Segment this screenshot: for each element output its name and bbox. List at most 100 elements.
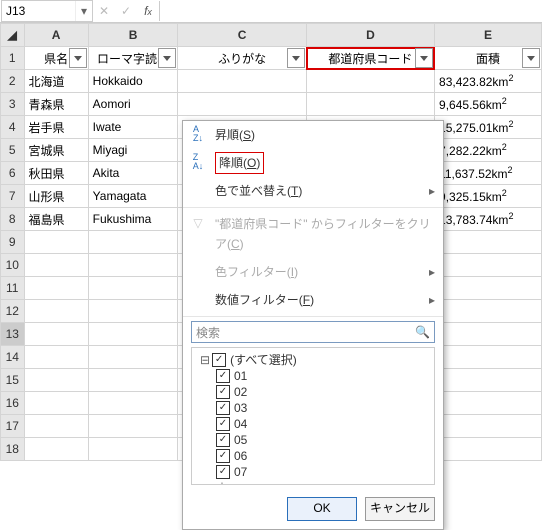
row-header[interactable]: 6 bbox=[1, 162, 25, 185]
select-all-corner[interactable]: ◢ bbox=[1, 24, 25, 47]
sort-by-color[interactable]: 色で並べ替え(T) ▸ bbox=[183, 177, 443, 205]
row-header[interactable]: 12 bbox=[1, 300, 25, 323]
cell[interactable]: 11,637.52km2 bbox=[435, 162, 542, 185]
row-header[interactable]: 14 bbox=[1, 346, 25, 369]
cell[interactable] bbox=[24, 323, 88, 346]
cell[interactable] bbox=[88, 277, 178, 300]
row-header[interactable]: 11 bbox=[1, 277, 25, 300]
cell[interactable] bbox=[88, 392, 178, 415]
number-filter[interactable]: 数値フィルター(F) ▸ bbox=[183, 286, 443, 314]
chevron-down-icon[interactable]: ▾ bbox=[75, 1, 92, 21]
cell[interactable]: Akita bbox=[88, 162, 178, 185]
checkbox-icon[interactable]: ✓ bbox=[216, 417, 230, 431]
cell-A1[interactable]: 県名 bbox=[24, 47, 88, 70]
cell[interactable] bbox=[24, 346, 88, 369]
filter-value-item[interactable]: ✓07 bbox=[200, 464, 430, 480]
filter-value-item[interactable]: ✓01 bbox=[200, 368, 430, 384]
cell[interactable] bbox=[435, 277, 542, 300]
col-B[interactable]: B bbox=[88, 24, 178, 47]
cell-E1[interactable]: 面積 bbox=[435, 47, 542, 70]
cell[interactable] bbox=[24, 277, 88, 300]
sort-ascending[interactable]: AZ↓ 昇順(S) bbox=[183, 121, 443, 149]
cell[interactable]: 北海道 bbox=[24, 70, 88, 93]
row-header[interactable]: 8 bbox=[1, 208, 25, 231]
col-C[interactable]: C bbox=[178, 24, 306, 47]
cell[interactable] bbox=[435, 438, 542, 461]
fx-icon[interactable]: fx bbox=[137, 4, 159, 18]
cell[interactable]: 7,282.22km2 bbox=[435, 139, 542, 162]
cell-B1[interactable]: ローマ字読み bbox=[88, 47, 178, 70]
cell[interactable]: 福島県 bbox=[24, 208, 88, 231]
cell[interactable] bbox=[88, 438, 178, 461]
cancel-button[interactable]: キャンセル bbox=[365, 497, 435, 521]
row-header[interactable]: 9 bbox=[1, 231, 25, 254]
checkbox-icon[interactable]: ✓ bbox=[216, 369, 230, 383]
cell[interactable] bbox=[178, 93, 306, 116]
cell[interactable] bbox=[24, 254, 88, 277]
row-header[interactable]: 5 bbox=[1, 139, 25, 162]
checkbox-icon[interactable]: ✓ bbox=[216, 449, 230, 463]
cell[interactable] bbox=[88, 300, 178, 323]
cell[interactable]: Yamagata bbox=[88, 185, 178, 208]
cell[interactable] bbox=[88, 369, 178, 392]
filter-button[interactable] bbox=[522, 48, 540, 68]
cell[interactable] bbox=[435, 369, 542, 392]
col-D[interactable]: D bbox=[306, 24, 434, 47]
cell[interactable] bbox=[88, 254, 178, 277]
cell[interactable] bbox=[306, 70, 434, 93]
checkbox-icon[interactable]: ✓ bbox=[216, 401, 230, 415]
cell[interactable]: 13,783.74km2 bbox=[435, 208, 542, 231]
cell[interactable]: Aomori bbox=[88, 93, 178, 116]
filter-button[interactable] bbox=[415, 48, 433, 68]
row-header[interactable]: 1 bbox=[1, 47, 25, 70]
checkbox-icon[interactable]: ✓ bbox=[212, 353, 226, 367]
row-header[interactable]: 2 bbox=[1, 70, 25, 93]
filter-value-item[interactable]: ✓02 bbox=[200, 384, 430, 400]
filter-button[interactable] bbox=[158, 48, 176, 68]
checkbox-icon[interactable]: ✓ bbox=[216, 385, 230, 399]
row-header[interactable]: 15 bbox=[1, 369, 25, 392]
cell[interactable] bbox=[435, 392, 542, 415]
filter-value-item[interactable]: ✓04 bbox=[200, 416, 430, 432]
ok-button[interactable]: OK bbox=[287, 497, 357, 521]
filter-search[interactable]: 検索 🔍 bbox=[191, 321, 435, 343]
cell[interactable]: Miyagi bbox=[88, 139, 178, 162]
cell[interactable]: 9,325.15km2 bbox=[435, 185, 542, 208]
cell[interactable] bbox=[88, 231, 178, 254]
cell[interactable]: Hokkaido bbox=[88, 70, 178, 93]
filter-values-tree[interactable]: ⊟✓(すべて選択) ✓01✓02✓03✓04✓05✓06✓07 ⋮ bbox=[191, 347, 435, 485]
select-all-item[interactable]: ⊟✓(すべて選択) bbox=[200, 352, 430, 368]
filter-button[interactable] bbox=[69, 48, 87, 68]
row-header[interactable]: 3 bbox=[1, 93, 25, 116]
formula-bar[interactable] bbox=[159, 1, 542, 21]
row-header[interactable]: 18 bbox=[1, 438, 25, 461]
cell[interactable] bbox=[24, 231, 88, 254]
checkbox-icon[interactable]: ✓ bbox=[216, 465, 230, 479]
cell[interactable]: 宮城県 bbox=[24, 139, 88, 162]
cell[interactable] bbox=[88, 415, 178, 438]
cell[interactable] bbox=[24, 438, 88, 461]
cell[interactable] bbox=[435, 254, 542, 277]
filter-value-item[interactable]: ✓06 bbox=[200, 448, 430, 464]
cell[interactable] bbox=[24, 300, 88, 323]
cell[interactable] bbox=[435, 323, 542, 346]
cell[interactable]: 15,275.01km2 bbox=[435, 116, 542, 139]
cell[interactable]: 83,423.82km2 bbox=[435, 70, 542, 93]
name-box[interactable]: J13 ▾ bbox=[1, 0, 93, 22]
cell[interactable] bbox=[435, 415, 542, 438]
cell[interactable]: 9,645.56km2 bbox=[435, 93, 542, 116]
cell[interactable] bbox=[435, 346, 542, 369]
row-header[interactable]: 17 bbox=[1, 415, 25, 438]
row-header[interactable]: 13 bbox=[1, 323, 25, 346]
cell[interactable]: 秋田県 bbox=[24, 162, 88, 185]
cell[interactable] bbox=[24, 415, 88, 438]
filter-button[interactable] bbox=[287, 48, 305, 68]
filter-value-item[interactable]: ✓05 bbox=[200, 432, 430, 448]
cell-C1[interactable]: ふりがな bbox=[178, 47, 306, 70]
cell-D1[interactable]: 都道府県コード bbox=[306, 47, 434, 70]
cell[interactable] bbox=[435, 231, 542, 254]
row-header[interactable]: 4 bbox=[1, 116, 25, 139]
cell[interactable]: 山形県 bbox=[24, 185, 88, 208]
cell[interactable]: 青森県 bbox=[24, 93, 88, 116]
row-header[interactable]: 16 bbox=[1, 392, 25, 415]
